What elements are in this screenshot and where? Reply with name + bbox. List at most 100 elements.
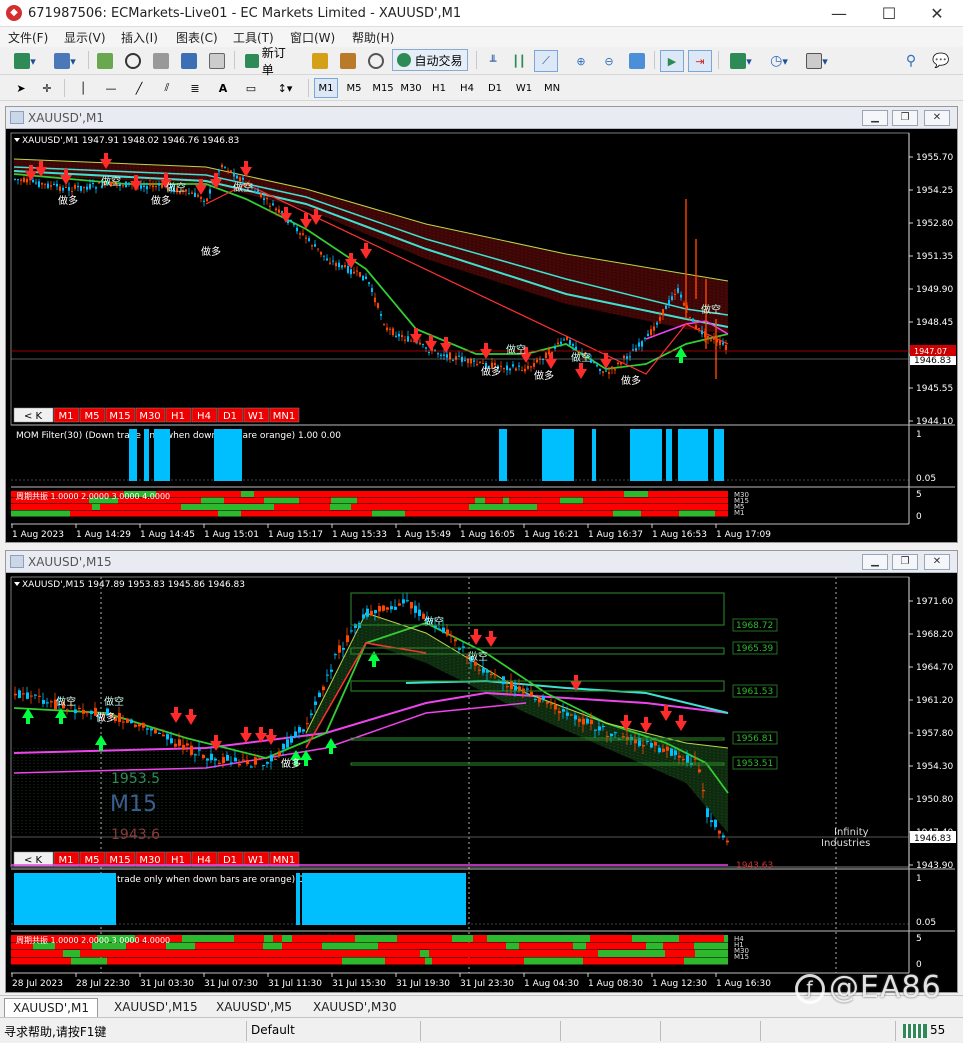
maximize-button[interactable]: ☐ <box>866 0 912 27</box>
candle-body <box>398 603 401 606</box>
profiles-button[interactable]: ▾ <box>48 50 82 72</box>
fibonacci-button[interactable]: ≣ <box>184 77 206 99</box>
resonance-cell <box>453 957 486 965</box>
candle-body <box>318 692 321 698</box>
periods-button[interactable]: ◷ ▾ <box>762 50 796 72</box>
menu-help[interactable]: 帮助(H) <box>352 29 394 46</box>
tf-mn-button[interactable]: MN <box>540 78 564 98</box>
tab-xauusd-m1[interactable]: XAUUSD',M1 <box>4 998 98 1017</box>
indicators-button[interactable]: ▾ <box>724 50 758 72</box>
arrows-button[interactable]: ↕▾ <box>268 77 302 99</box>
tab-xauusd-m30[interactable]: XAUUSD',M30 <box>305 998 405 1017</box>
chart-restore-button[interactable]: ❐ <box>892 110 918 126</box>
stamp-timeframe: M15 <box>110 792 157 817</box>
navigator-button[interactable] <box>122 50 144 72</box>
candle-body <box>350 630 353 632</box>
chart-canvas-m15[interactable]: XAUUSD',M15 1947.89 1953.83 1945.86 1946… <box>6 573 957 992</box>
close-button[interactable]: ✕ <box>914 0 960 27</box>
watermark-logo-icon: ƒ <box>795 973 825 1004</box>
tf-strip-button-label: M5 <box>85 411 100 422</box>
tf-m1-button[interactable]: M1 <box>314 78 338 98</box>
signal-sell-label: 做空 <box>468 650 488 663</box>
price-tick-label: 1971.60 <box>916 597 953 607</box>
text-button[interactable]: A <box>212 77 234 99</box>
resonance-cell <box>539 950 557 957</box>
text-icon: A <box>218 81 228 95</box>
chart-minimize-button[interactable]: ▁ <box>862 110 888 126</box>
signals-icon <box>368 53 384 69</box>
chart-window-m1[interactable]: XAUUSD',M1 ▁ ❐ ✕ XAUUSD',M1 1947.91 1948… <box>5 106 958 543</box>
tf-h1-button[interactable]: H1 <box>428 78 450 98</box>
candle-body <box>44 183 46 185</box>
candle-body <box>236 175 238 179</box>
candle-body <box>296 227 298 232</box>
tf-m30-button[interactable]: M30 <box>398 78 424 98</box>
resonance-cell <box>604 942 646 950</box>
auto-trading-button[interactable]: 自动交易 <box>392 49 468 71</box>
equidistant-channel-button[interactable]: ⫽ <box>156 77 178 99</box>
search-button[interactable]: ⚲ <box>900 50 922 72</box>
zoom-out-button[interactable]: ⊖ <box>598 50 620 72</box>
new-chart-button[interactable]: ▾ <box>8 50 42 72</box>
connection-status-icon[interactable] <box>903 1024 927 1038</box>
text-label-button[interactable]: ▭ <box>240 77 262 99</box>
candle-body <box>602 371 604 373</box>
resonance-cell <box>353 942 378 950</box>
bar-chart-button[interactable]: ╨ <box>482 50 504 72</box>
minimize-button[interactable]: — <box>816 0 862 27</box>
price-tick-label: 1957.80 <box>916 729 953 739</box>
candle-body <box>34 694 37 696</box>
candle-body <box>186 743 189 746</box>
mom-bar <box>129 429 137 481</box>
chart-minimize-button[interactable]: ▁ <box>862 554 888 570</box>
tile-windows-button[interactable] <box>626 50 648 72</box>
candle-body <box>365 276 367 279</box>
chart-shift-button[interactable]: ⇥ <box>688 50 712 72</box>
crosshair-button[interactable]: ✛ <box>36 77 58 99</box>
candle-body <box>329 262 331 264</box>
market-button[interactable] <box>336 50 360 72</box>
candle-body <box>42 700 45 704</box>
menu-file[interactable]: 文件(F) <box>8 29 48 46</box>
tester-button[interactable] <box>206 50 228 72</box>
tf-m15-button[interactable]: M15 <box>370 78 396 98</box>
chart-close-button[interactable]: ✕ <box>924 110 950 126</box>
candle-body <box>150 728 153 731</box>
horizontal-line-button[interactable]: — <box>100 77 122 99</box>
chart-canvas-m1[interactable]: XAUUSD',M1 1947.91 1948.02 1946.76 1946.… <box>6 129 957 542</box>
menu-insert[interactable]: 插入(I) <box>121 29 158 46</box>
resonance-cell <box>190 950 215 957</box>
chart-restore-button[interactable]: ❐ <box>892 554 918 570</box>
tab-xauusd-m5[interactable]: XAUUSD',M5 <box>208 998 300 1017</box>
price-tick-label: 1955.70 <box>916 153 953 163</box>
chart-close-button[interactable]: ✕ <box>924 554 950 570</box>
chat-button[interactable]: 💬 <box>928 50 954 72</box>
metaeditor-button[interactable] <box>308 50 332 72</box>
tab-xauusd-m15[interactable]: XAUUSD',M15 <box>106 998 206 1017</box>
chart-window-m15[interactable]: XAUUSD',M15 ▁ ❐ ✕ XAUUSD',M15 1947.89 19… <box>5 550 958 993</box>
tf-h4-button[interactable]: H4 <box>456 78 478 98</box>
menu-chart[interactable]: 图表(C) <box>176 29 218 46</box>
cursor-button[interactable]: ➤ <box>10 77 32 99</box>
line-chart-button[interactable]: ⟋ <box>534 50 558 72</box>
tf-d1-button[interactable]: D1 <box>484 78 506 98</box>
candlestick-button[interactable]: ┃┃ <box>508 50 530 72</box>
trendline-button[interactable]: ╱ <box>128 77 150 99</box>
vertical-line-button[interactable]: │ <box>72 77 94 99</box>
zoom-in-button[interactable]: ⊕ <box>570 50 592 72</box>
mom-tick-label: 1 <box>916 430 922 440</box>
tf-w1-button[interactable]: W1 <box>512 78 536 98</box>
price-tick-label: 1961.20 <box>916 696 953 706</box>
signals-button[interactable] <box>364 50 388 72</box>
market-watch-button[interactable] <box>94 50 116 72</box>
time-tick-label: 1 Aug 2023 <box>12 530 64 540</box>
data-window-button[interactable] <box>150 50 172 72</box>
terminal-button[interactable] <box>178 50 200 72</box>
tf-m5-button[interactable]: M5 <box>342 78 366 98</box>
menu-view[interactable]: 显示(V) <box>64 29 106 46</box>
candle-body <box>134 724 137 727</box>
new-order-button[interactable]: 新订单 <box>240 46 302 77</box>
resonance-cell <box>236 950 263 957</box>
autoscroll-button[interactable]: ▶ <box>660 50 684 72</box>
templates-button[interactable]: ▾ <box>800 50 834 72</box>
